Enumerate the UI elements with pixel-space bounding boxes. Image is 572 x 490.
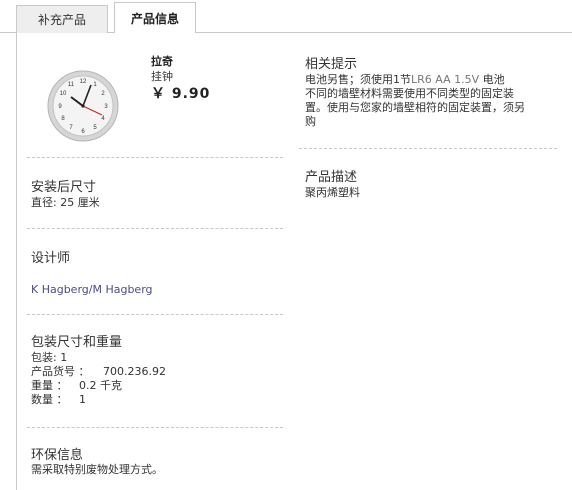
divider [299, 148, 557, 149]
svg-text:12: 12 [80, 79, 87, 85]
product-price: ￥ 9.90 [151, 86, 211, 102]
svg-text:10: 10 [60, 91, 67, 97]
tab-complementary-products[interactable]: 补充产品 [16, 5, 108, 33]
description-title: 产品描述 [305, 170, 358, 185]
environment-text: 需采取特别废物处理方式。 [31, 463, 163, 476]
divider [27, 157, 283, 158]
divider [27, 314, 283, 315]
quantity-label: 数量 ： [31, 393, 68, 406]
product-name: 拉奇 [151, 55, 173, 68]
description-text: 聚丙烯塑料 [305, 186, 360, 199]
diameter-text: 直径: 25 厘米 [31, 196, 100, 209]
divider [27, 228, 283, 229]
weight-value: 0.2 千克 [79, 379, 122, 392]
product-info-panel: 12 1 2 3 4 5 6 7 8 9 10 11 拉奇 挂钟 ￥ 9.90 … [16, 33, 572, 490]
svg-text:11: 11 [68, 82, 75, 88]
wall-clock-image: 12 1 2 3 4 5 6 7 8 9 10 11 [47, 70, 119, 142]
dimensions-title: 安装后尺寸 [31, 180, 97, 195]
package-count: 包装: 1 [31, 351, 68, 364]
article-number-value: 700.236.92 [103, 365, 166, 378]
environment-title: 环保信息 [31, 448, 84, 463]
quantity-value: 1 [79, 393, 86, 406]
tips-title: 相关提示 [305, 57, 358, 72]
package-title: 包装尺寸和重量 [31, 335, 123, 350]
divider [27, 427, 283, 428]
weight-label: 重量 ： [31, 379, 68, 392]
tab-bar: 补充产品 产品信息 [0, 0, 572, 34]
designer-link[interactable]: K Hagberg/M Hagberg [31, 283, 153, 297]
tab-product-info[interactable]: 产品信息 [114, 2, 196, 34]
article-number-label: 产品货号 ： [31, 365, 90, 378]
designer-title: 设计师 [31, 251, 71, 266]
tips-text: 电池另售；须使用1节LR6 AA 1.5V 电池 不同的墙壁材料需要使用不同类型… [305, 73, 525, 128]
product-type: 挂钟 [151, 70, 173, 83]
